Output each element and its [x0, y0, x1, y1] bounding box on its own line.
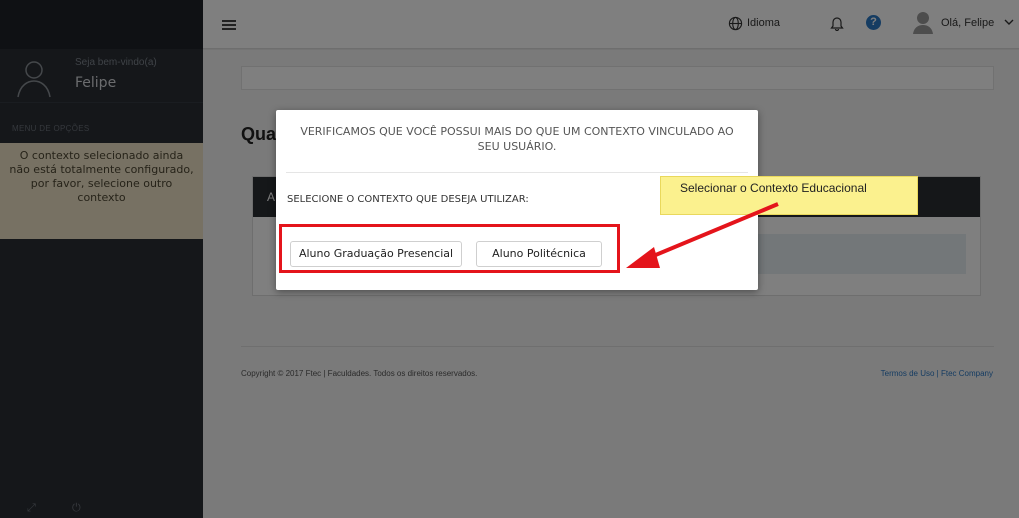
- annotation-arrow-icon: [626, 202, 779, 268]
- annotation-highlight-box: [279, 224, 620, 273]
- modal-subtitle: SELECIONE O CONTEXTO QUE DESEJA UTILIZAR…: [287, 194, 529, 205]
- modal-title: VERIFICAMOS QUE VOCÊ POSSUI MAIS DO QUE …: [300, 125, 734, 153]
- modal-divider: [286, 172, 748, 173]
